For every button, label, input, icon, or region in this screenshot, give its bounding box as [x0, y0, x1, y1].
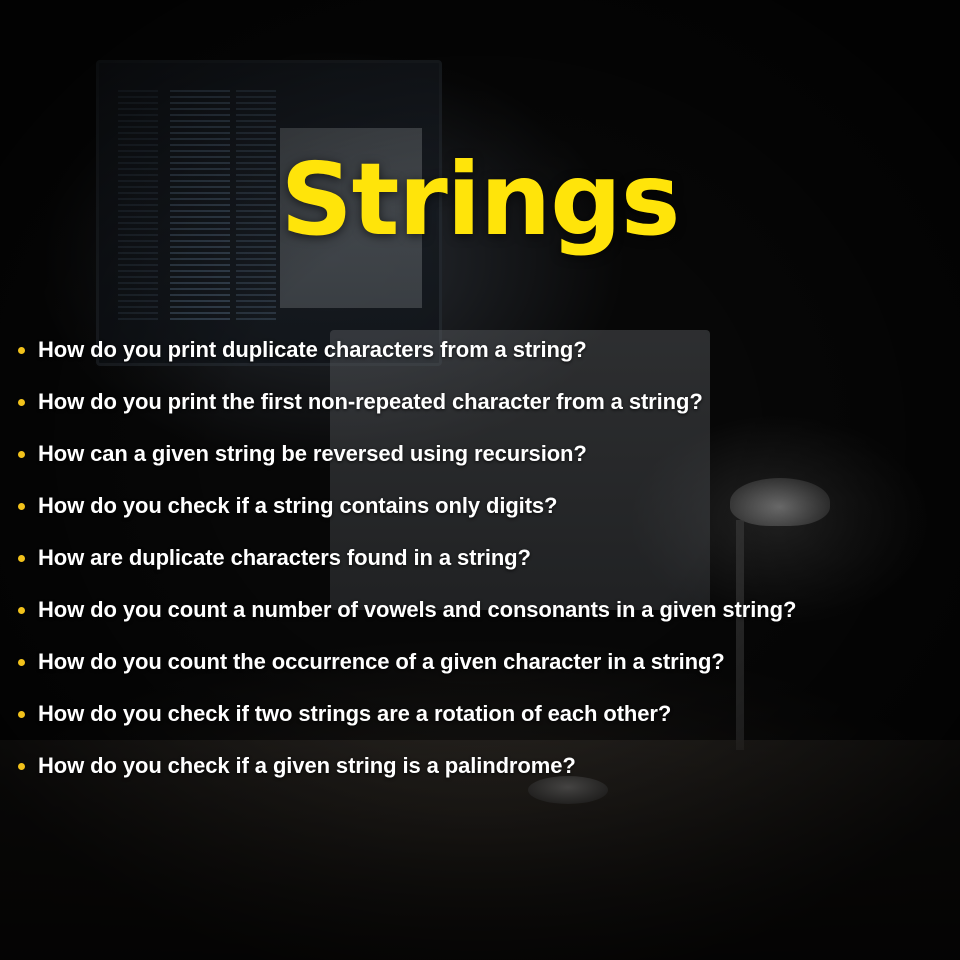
list-item: How can a given string be reversed using…: [18, 428, 958, 480]
bullet-icon: [18, 346, 25, 354]
infographic-canvas: Strings How do you print duplicate chara…: [0, 0, 960, 960]
question-list: How do you print duplicate characters fr…: [18, 324, 958, 792]
list-item: How do you print duplicate characters fr…: [18, 324, 958, 376]
question-text: How can a given string be reversed using…: [38, 441, 587, 466]
bullet-icon: [18, 554, 25, 562]
question-text: How do you count a number of vowels and …: [38, 597, 797, 622]
bullet-icon: [18, 658, 25, 666]
bullet-icon: [18, 606, 25, 614]
page-title: Strings: [280, 141, 681, 258]
list-item: How do you check if a string contains on…: [18, 480, 958, 532]
question-text: How are duplicate characters found in a …: [38, 545, 531, 570]
question-text: How do you print duplicate characters fr…: [38, 337, 587, 362]
list-item: How do you count the occurrence of a giv…: [18, 636, 958, 688]
question-text: How do you check if two strings are a ro…: [38, 701, 672, 726]
question-text: How do you print the first non-repeated …: [38, 389, 703, 414]
question-text: How do you check if a given string is a …: [38, 753, 576, 778]
question-text: How do you count the occurrence of a giv…: [38, 649, 725, 674]
bullet-icon: [18, 450, 25, 458]
list-item: How do you print the first non-repeated …: [18, 376, 958, 428]
list-item: How do you count a number of vowels and …: [18, 584, 958, 636]
bullet-icon: [18, 710, 25, 718]
list-item: How are duplicate characters found in a …: [18, 532, 958, 584]
bullet-icon: [18, 502, 25, 510]
question-text: How do you check if a string contains on…: [38, 493, 558, 518]
bullet-icon: [18, 398, 25, 406]
list-item: How do you check if two strings are a ro…: [18, 688, 958, 740]
bullet-icon: [18, 762, 25, 770]
list-item: How do you check if a given string is a …: [18, 740, 958, 792]
